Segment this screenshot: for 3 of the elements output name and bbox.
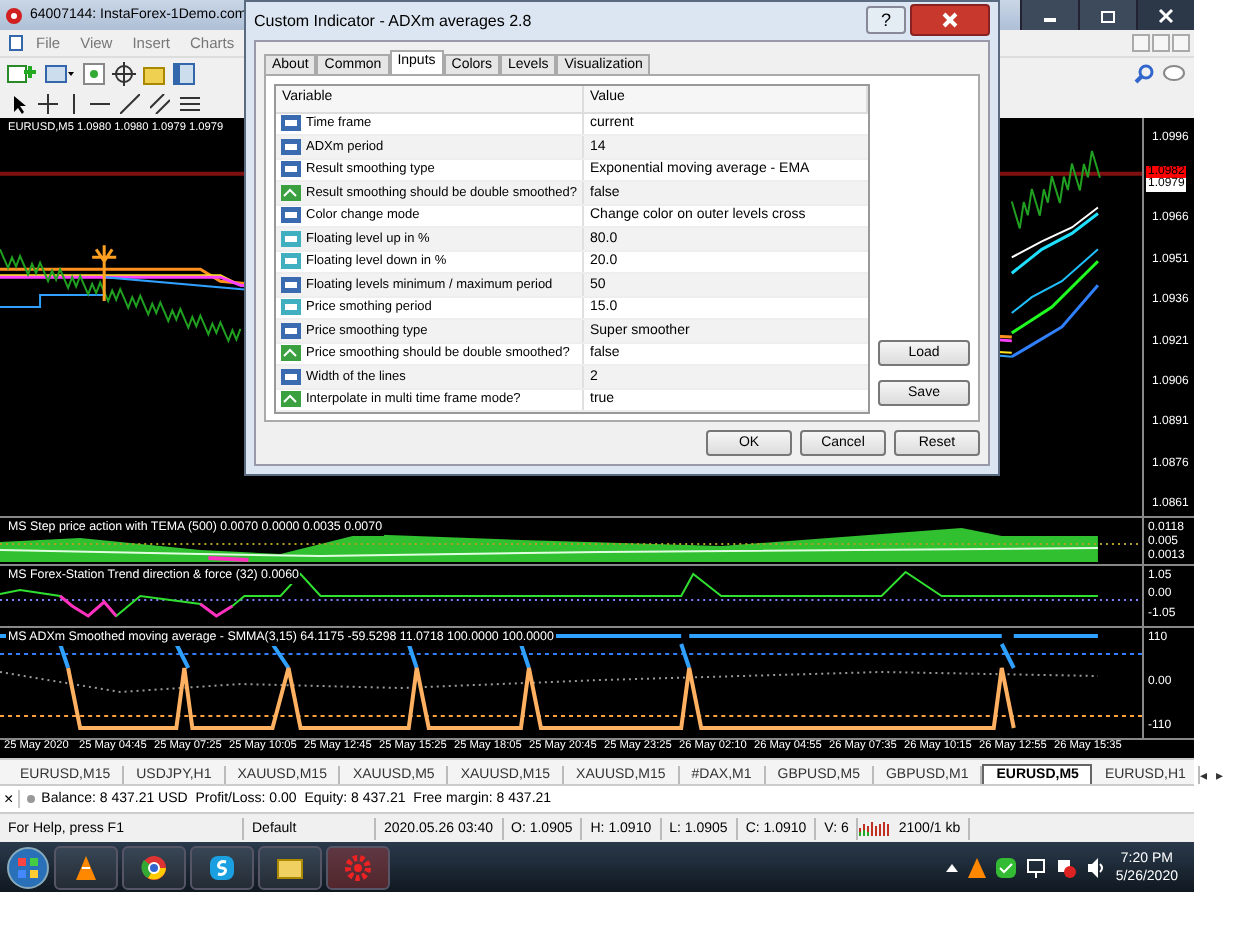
help-button[interactable]: ? [866, 6, 906, 35]
close-button[interactable]: × [0, 790, 20, 809]
dialog-title: Custom Indicator - ADXm averages 2.8 [254, 11, 532, 30]
